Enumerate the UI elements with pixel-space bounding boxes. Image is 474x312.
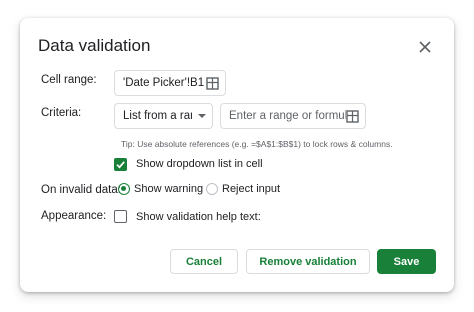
criteria-label: Criteria: <box>41 107 82 119</box>
cell-range-label: Cell range: <box>41 74 97 86</box>
invalid-data-label: On invalid data: <box>41 184 121 196</box>
appearance-label: Appearance: <box>41 210 107 222</box>
data-validation-dialog: Data validation Cell range: 'Date Picker… <box>20 18 454 292</box>
save-button[interactable]: Save <box>377 249 436 274</box>
show-warning-radio[interactable] <box>118 183 130 195</box>
cancel-button[interactable]: Cancel <box>170 249 238 274</box>
help-text-checkbox[interactable] <box>114 210 127 223</box>
range-formula-placeholder: Enter a range or formula <box>229 110 346 122</box>
criteria-tip: Tip: Use absolute references (e.g. =$A$1… <box>121 139 393 149</box>
grid-select-icon[interactable] <box>206 76 219 90</box>
reject-input-label: Reject input <box>222 183 281 195</box>
show-warning-label: Show warning <box>134 183 204 195</box>
grid-select-icon[interactable] <box>346 109 359 123</box>
remove-validation-button[interactable]: Remove validation <box>246 249 370 274</box>
criteria-dropdown[interactable]: List from a range <box>114 103 213 129</box>
cell-range-value: 'Date Picker'!B1 <box>123 77 205 89</box>
reject-input-radio[interactable] <box>206 183 218 195</box>
chevron-down-icon <box>198 114 206 118</box>
range-formula-input[interactable]: Enter a range or formula <box>220 103 366 129</box>
check-icon <box>116 161 125 169</box>
dialog-title: Data validation <box>38 36 151 55</box>
criteria-selected-value: List from a range <box>123 110 192 122</box>
help-text-label: Show validation help text: <box>136 211 261 223</box>
show-dropdown-label: Show dropdown list in cell <box>136 158 263 170</box>
show-dropdown-checkbox[interactable] <box>114 158 127 171</box>
close-icon[interactable] <box>416 38 434 56</box>
cell-range-input[interactable]: 'Date Picker'!B1 <box>114 70 226 96</box>
